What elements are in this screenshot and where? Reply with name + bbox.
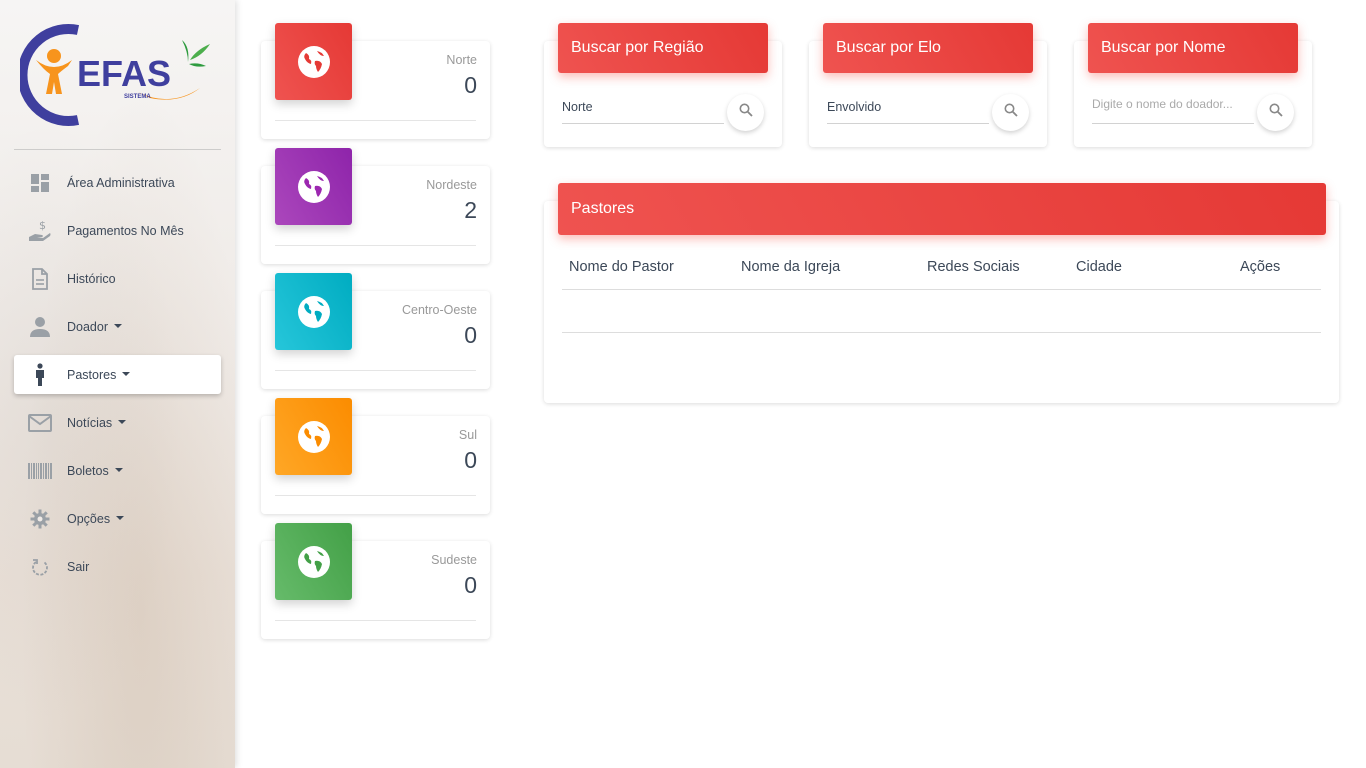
globe-icon: [275, 273, 352, 350]
search-region-title: Buscar por Região: [558, 23, 768, 73]
payment-hand-icon: $: [28, 219, 52, 243]
sidebar-item-label: Sair: [67, 559, 90, 574]
gear-icon: [28, 507, 52, 531]
region-label: Centro-Oeste: [401, 303, 477, 317]
search-name-button[interactable]: [1257, 94, 1294, 131]
sidebar-item-pagamentos[interactable]: $ Pagamentos No Mês: [14, 211, 221, 250]
region-count: 2: [464, 197, 477, 223]
globe-icon: [275, 398, 352, 475]
sidebar-item-label: Pagamentos No Mês: [67, 223, 184, 238]
mail-icon: [28, 411, 52, 435]
sidebar-item-label: Opções: [67, 511, 111, 526]
card-footer-divider: [275, 495, 476, 496]
table-empty-row: [562, 290, 1321, 333]
person-icon: [28, 315, 52, 339]
region-card-nordeste: Nordeste 2: [261, 148, 490, 264]
sidebar-item-opcoes[interactable]: Opções: [14, 499, 221, 538]
card-footer-divider: [275, 620, 476, 621]
column-header-nome-igreja: Nome da Igreja: [741, 259, 841, 275]
globe-icon: [275, 523, 352, 600]
globe-icon: [275, 23, 352, 100]
column-header-nome-pastor: Nome do Pastor: [569, 259, 674, 275]
standing-person-icon: [28, 362, 52, 387]
card-footer-divider: [275, 120, 476, 121]
search-name-title: Buscar por Nome: [1088, 23, 1298, 73]
sidebar-item-label: Histórico: [67, 271, 116, 286]
donor-name-input[interactable]: Digite o nome do doador...: [1092, 97, 1254, 124]
sidebar-item-label: Área Administrativa: [67, 175, 175, 190]
pastores-table-title: Pastores: [558, 183, 1326, 235]
region-label: Norte: [446, 53, 477, 67]
search-elo-card: Buscar por Elo Envolvido: [809, 23, 1047, 147]
sidebar: EFAS SISTEMA Área Administrativa $ Pagam…: [0, 0, 235, 768]
column-header-acoes: Ações: [1240, 259, 1281, 275]
region-card-sul: Sul 0: [261, 398, 490, 514]
sidebar-item-boletos[interactable]: Boletos: [14, 451, 221, 490]
logout-refresh-icon: [28, 555, 52, 579]
region-label: Sul: [458, 428, 477, 442]
region-count: 0: [464, 72, 477, 98]
search-icon: [1269, 103, 1283, 122]
card-footer-divider: [275, 245, 476, 246]
region-label: Sudeste: [431, 553, 477, 567]
sidebar-item-doador[interactable]: Doador: [14, 307, 221, 346]
document-icon: [28, 267, 52, 291]
svg-text:SISTEMA: SISTEMA: [124, 94, 151, 100]
globe-icon: [275, 148, 352, 225]
region-count: 0: [464, 322, 477, 348]
card-footer-divider: [275, 370, 476, 371]
search-icon: [739, 103, 753, 122]
cefas-logo[interactable]: EFAS SISTEMA: [17, 22, 215, 127]
sidebar-item-label: Doador: [67, 319, 108, 334]
chevron-down-icon: [116, 515, 125, 520]
svg-text:EFAS: EFAS: [77, 53, 171, 94]
region-label: Nordeste: [426, 178, 477, 192]
logo-divider: [14, 149, 221, 150]
search-elo-button[interactable]: [992, 94, 1029, 131]
column-header-cidade: Cidade: [1076, 259, 1122, 275]
sidebar-item-label: Boletos: [67, 463, 109, 478]
search-name-card: Buscar por Nome Digite o nome do doador.…: [1074, 23, 1312, 147]
region-count: 0: [464, 572, 477, 598]
region-card-centro-oeste: Centro-Oeste 0: [261, 273, 490, 389]
barcode-icon: [28, 459, 52, 483]
pastores-table-card: Pastores Nome do Pastor Nome da Igreja R…: [544, 183, 1339, 403]
sidebar-nav: Área Administrativa $ Pagamentos No Mês …: [14, 163, 221, 595]
sidebar-item-noticias[interactable]: Notícias: [14, 403, 221, 442]
table-header-row: Nome do Pastor Nome da Igreja Redes Soci…: [562, 247, 1321, 290]
chevron-down-icon: [118, 419, 127, 424]
sidebar-item-label: Notícias: [67, 415, 113, 430]
region-count: 0: [464, 447, 477, 473]
search-elo-title: Buscar por Elo: [823, 23, 1033, 73]
column-header-redes-sociais: Redes Sociais: [927, 259, 1020, 275]
chevron-down-icon: [122, 371, 131, 376]
sidebar-item-historico[interactable]: Histórico: [14, 259, 221, 298]
dashboard-icon: [28, 171, 52, 195]
search-region-button[interactable]: [727, 94, 764, 131]
chevron-down-icon: [114, 467, 123, 472]
search-icon: [1004, 103, 1018, 122]
chevron-down-icon: [114, 323, 122, 328]
elo-select[interactable]: Envolvido: [827, 97, 989, 124]
svg-text:$: $: [39, 219, 46, 232]
region-select[interactable]: Norte: [562, 97, 724, 124]
sidebar-item-pastores[interactable]: Pastores: [14, 355, 221, 394]
region-card-sudeste: Sudeste 0: [261, 523, 490, 639]
sidebar-item-sair[interactable]: Sair: [14, 547, 221, 586]
search-region-card: Buscar por Região Norte: [544, 23, 782, 147]
region-card-norte: Norte 0: [261, 23, 490, 139]
sidebar-item-area-administrativa[interactable]: Área Administrativa: [14, 163, 221, 202]
sidebar-item-label: Pastores: [67, 367, 117, 382]
